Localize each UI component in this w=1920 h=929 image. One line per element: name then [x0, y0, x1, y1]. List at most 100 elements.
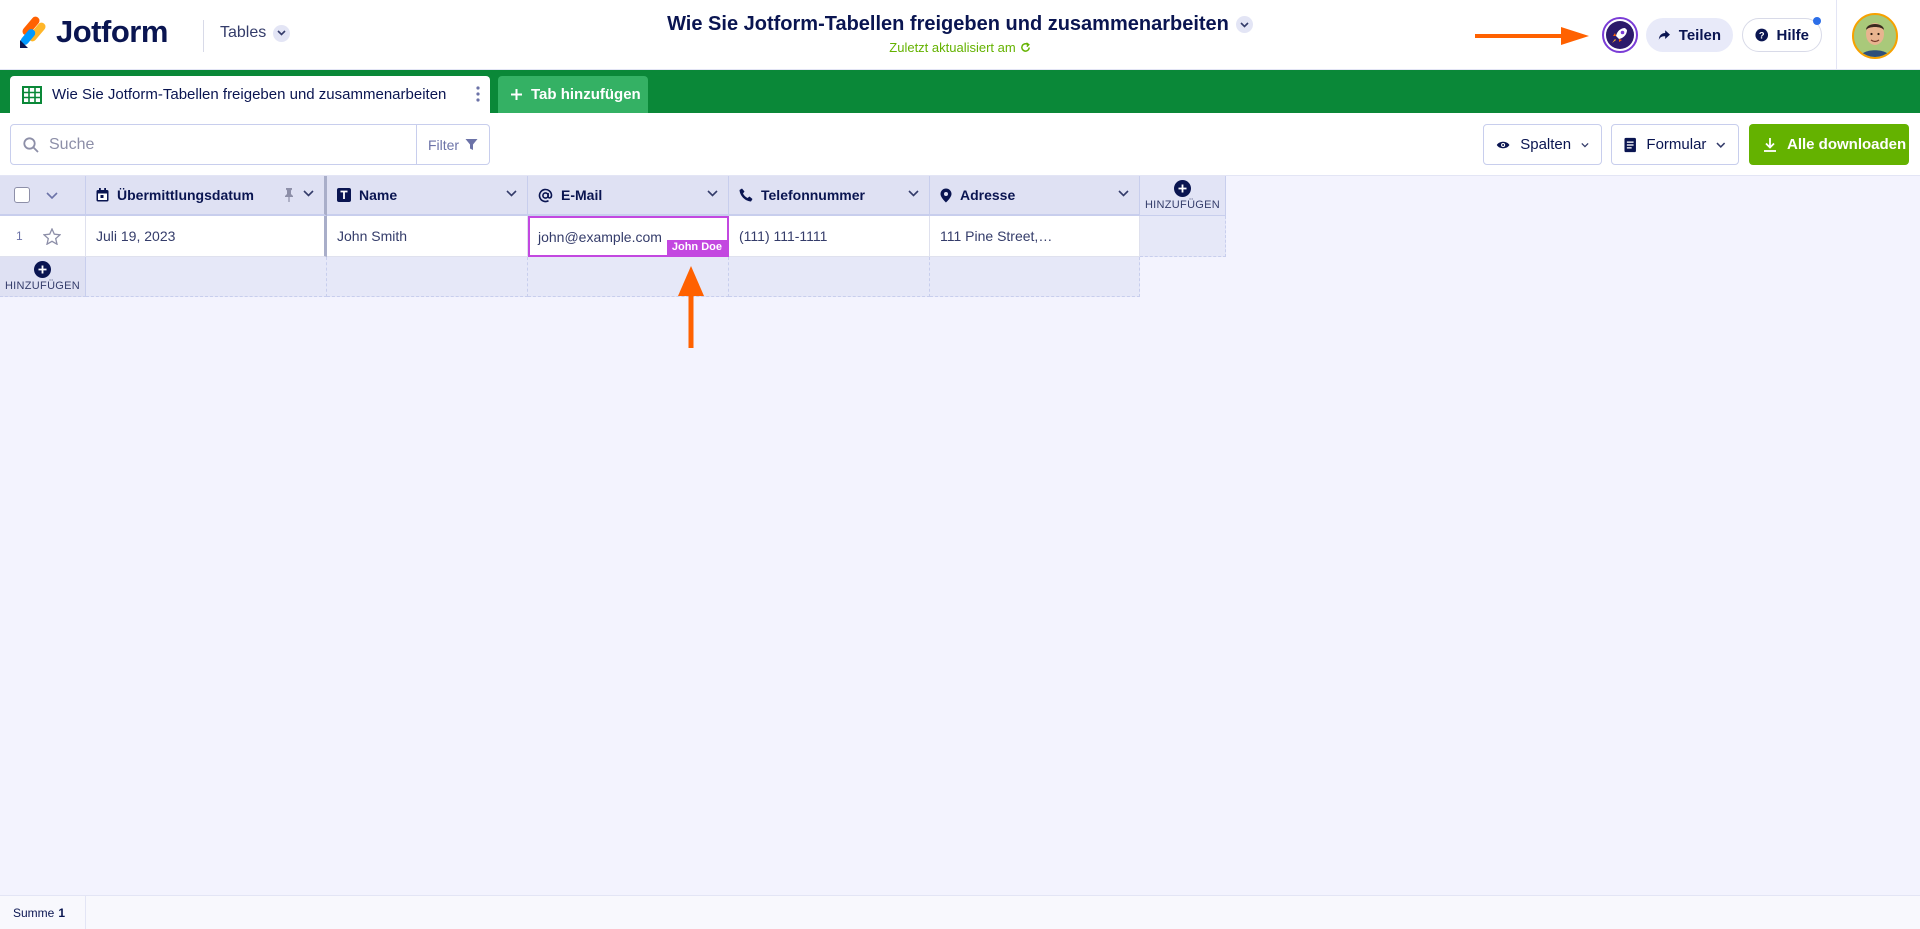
add-row-label: HINZUFÜGEN: [4, 280, 81, 292]
filter-button[interactable]: Filter: [417, 124, 490, 165]
column-header-email[interactable]: E-Mail: [528, 176, 729, 216]
user-avatar[interactable]: [1852, 13, 1898, 59]
annotation-arrow-right: [1475, 27, 1589, 45]
search-box: [10, 124, 417, 165]
document-title-text: Wie Sie Jotform-Tabellen freigeben und z…: [667, 13, 1229, 35]
form-button[interactable]: Formular: [1611, 124, 1739, 165]
filter-label: Filter: [427, 136, 460, 153]
table-cell[interactable]: Juli 19, 2023: [86, 216, 327, 257]
select-all-checkbox[interactable]: [14, 187, 30, 203]
filter-icon: [465, 139, 478, 150]
tab-label: Wie Sie Jotform-Tabellen freigeben und z…: [52, 86, 447, 103]
column-header-phone[interactable]: Telefonnummer: [729, 176, 930, 216]
select-all-header: [0, 176, 86, 216]
at-icon: [538, 188, 553, 202]
eye-icon: [1496, 141, 1510, 148]
rocket-icon: [1606, 21, 1634, 49]
text-icon: [337, 188, 351, 202]
form-label: Formular: [1646, 136, 1707, 153]
table-cell-selected[interactable]: john@example.com John Doe: [528, 216, 729, 257]
table-cell[interactable]: 111 Pine Street,…: [930, 216, 1140, 257]
cell-value: (111) 111-1111: [739, 228, 828, 244]
help-button[interactable]: ? Hilfe: [1742, 18, 1822, 52]
phone-icon: [739, 188, 753, 202]
share-arrow-icon: [1658, 30, 1670, 40]
columns-button[interactable]: Spalten: [1483, 124, 1602, 165]
cell-value: Juli 19, 2023: [96, 228, 176, 244]
jotform-logo[interactable]: Jotform: [18, 14, 168, 50]
column-label: Telefonnummer: [761, 187, 865, 203]
column-header-name[interactable]: Name: [327, 176, 528, 216]
star-icon[interactable]: [42, 227, 61, 245]
tables-menu[interactable]: Tables: [220, 24, 291, 42]
chevron-down-icon[interactable]: [707, 190, 718, 197]
column-label: Name: [359, 187, 398, 203]
add-column-button[interactable]: HINZUFÜGEN: [1140, 176, 1226, 216]
cell-value: John Smith: [337, 228, 408, 244]
rocket-button[interactable]: [1602, 17, 1638, 53]
chevron-down-icon: [1235, 16, 1253, 33]
column-label: Adresse: [960, 187, 1016, 203]
chevron-down-icon[interactable]: [46, 191, 58, 199]
last-updated-text: Zuletzt aktualisiert am: [889, 40, 1016, 55]
tab-bar: Wie Sie Jotform-Tabellen freigeben und z…: [0, 70, 1920, 113]
annotation-arrow-up: [678, 266, 704, 348]
download-all-button[interactable]: Alle downloaden: [1749, 124, 1909, 165]
plus-icon: [511, 89, 522, 100]
table-grid-icon: [22, 85, 42, 104]
footer-bar: Summe 1: [0, 895, 1920, 929]
add-tab-label: Tab hinzufügen: [531, 86, 641, 103]
add-tab-button[interactable]: Tab hinzufügen: [498, 76, 648, 113]
tables-menu-label: Tables: [220, 24, 267, 41]
calendar-icon: [96, 188, 109, 202]
form-document-icon: [1624, 137, 1636, 152]
chevron-down-icon: [1716, 142, 1726, 148]
collaborator-badge: John Doe: [666, 240, 727, 255]
share-button[interactable]: Teilen: [1646, 18, 1733, 52]
logo-text: Jotform: [56, 14, 168, 49]
more-options-icon[interactable]: [476, 86, 480, 106]
chevron-down-icon: [1581, 142, 1589, 147]
row-number: 1: [16, 229, 23, 243]
column-header-submission-date[interactable]: Übermittlungsdatum: [86, 176, 327, 216]
download-all-label: Alle downloaden: [1787, 136, 1907, 153]
header-divider: [203, 20, 204, 52]
table-cell[interactable]: (111) 111-1111: [729, 216, 930, 257]
download-icon: [1764, 138, 1776, 152]
search-icon: [23, 136, 39, 153]
chevron-down-icon: [273, 24, 291, 42]
jotform-logo-icon: [20, 16, 46, 48]
sum-summary: Summe 1: [0, 896, 86, 929]
table-cell[interactable]: John Smith: [327, 216, 528, 257]
search-input[interactable]: [49, 135, 389, 154]
add-row-cell: [729, 257, 930, 297]
help-icon: ?: [1755, 28, 1769, 42]
chevron-down-icon[interactable]: [506, 190, 517, 197]
add-row-button[interactable]: HINZUFÜGEN: [0, 257, 86, 297]
add-column-label: HINZUFÜGEN: [1144, 199, 1221, 211]
columns-label: Spalten: [1520, 136, 1572, 153]
chevron-down-icon[interactable]: [908, 190, 919, 197]
plus-circle-icon: [1174, 180, 1191, 197]
svg-text:?: ?: [1759, 30, 1765, 40]
notification-dot: [1813, 17, 1821, 25]
toolbar: Filter Spalten Formular Alle downloaden: [0, 113, 1920, 176]
avatar-face-icon: [1854, 15, 1896, 57]
row-number-cell: 1: [0, 216, 86, 257]
location-icon: [940, 188, 952, 202]
add-row-cell: [327, 257, 528, 297]
add-column-cell: [1140, 216, 1226, 257]
plus-circle-icon: [34, 261, 51, 278]
chevron-down-icon[interactable]: [1118, 190, 1129, 197]
sum-label: Summe: [13, 905, 55, 920]
help-label: Hilfe: [1776, 26, 1809, 44]
document-title[interactable]: Wie Sie Jotform-Tabellen freigeben und z…: [667, 13, 1253, 36]
share-label: Teilen: [1678, 26, 1721, 44]
add-row-cell: [930, 257, 1140, 297]
chevron-down-icon[interactable]: [303, 190, 314, 197]
column-header-address[interactable]: Adresse: [930, 176, 1140, 216]
pin-icon[interactable]: [284, 188, 294, 202]
tab-current-table[interactable]: Wie Sie Jotform-Tabellen freigeben und z…: [10, 76, 490, 113]
header-divider-right: [1836, 0, 1837, 70]
cell-value: 111 Pine Street,…: [940, 228, 1053, 244]
